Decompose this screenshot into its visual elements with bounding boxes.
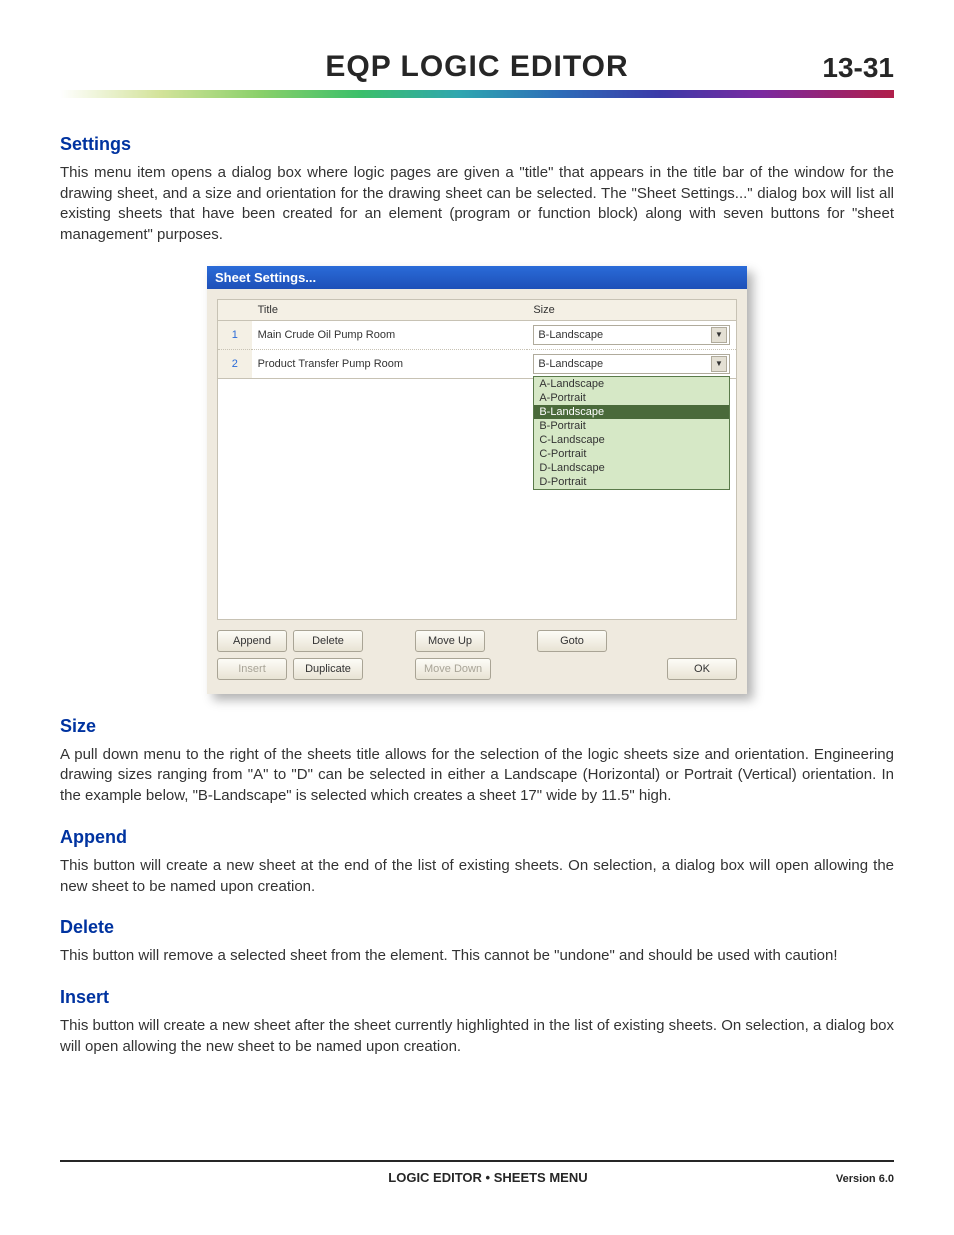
header-rule (60, 90, 894, 98)
header-title: EQP LOGIC EDITOR (60, 50, 894, 84)
row-title[interactable]: Product Transfer Pump Room (252, 349, 528, 378)
dialog-body: Title Size 1 Main Crude Oil Pump Room B-… (207, 289, 747, 694)
table-header-row: Title Size (218, 299, 737, 320)
move-up-button[interactable]: Move Up (415, 630, 485, 652)
size-option[interactable]: D-Portrait (534, 475, 729, 489)
size-select-value: B-Landscape (538, 329, 603, 341)
size-heading: Size (60, 716, 894, 737)
row-num: 2 (218, 349, 252, 378)
header-page-number: 13-31 (822, 52, 894, 84)
button-row-2: Insert Duplicate Move Down OK (217, 658, 737, 680)
goto-button[interactable]: Goto (537, 630, 607, 652)
document-page: EQP LOGIC EDITOR 13-31 Settings This men… (0, 0, 954, 1235)
settings-heading: Settings (60, 134, 894, 155)
size-option[interactable]: C-Landscape (534, 433, 729, 447)
footer-version: Version 6.0 (836, 1173, 894, 1185)
size-select-value: B-Landscape (538, 358, 603, 370)
size-dropdown-list[interactable]: A-Landscape A-Portrait B-Landscape B-Por… (533, 376, 730, 490)
page-header: EQP LOGIC EDITOR 13-31 (60, 50, 894, 84)
insert-heading: Insert (60, 987, 894, 1008)
append-heading: Append (60, 827, 894, 848)
header-size-col: Size (527, 299, 736, 320)
dialog-button-area: Append Delete Move Up Goto Insert Duplic… (217, 630, 737, 680)
sheet-settings-dialog: Sheet Settings... Title Size 1 Main Crud… (207, 266, 747, 694)
size-option[interactable]: D-Landscape (534, 461, 729, 475)
move-down-button[interactable]: Move Down (415, 658, 491, 680)
append-button[interactable]: Append (217, 630, 287, 652)
size-option[interactable]: A-Landscape (534, 377, 729, 391)
button-row-1: Append Delete Move Up Goto (217, 630, 737, 652)
size-select-row1[interactable]: B-Landscape ▼ (533, 325, 730, 345)
row-title[interactable]: Main Crude Oil Pump Room (252, 320, 528, 349)
size-text: A pull down menu to the right of the she… (60, 745, 894, 807)
row-size-cell[interactable]: B-Landscape ▼ A-Landscape A-Portrait B-L… (527, 349, 736, 378)
row-num: 1 (218, 320, 252, 349)
append-text: This button will create a new sheet at t… (60, 856, 894, 897)
delete-button[interactable]: Delete (293, 630, 363, 652)
row-size-cell[interactable]: B-Landscape ▼ (527, 320, 736, 349)
insert-button[interactable]: Insert (217, 658, 287, 680)
size-option-selected[interactable]: B-Landscape (534, 405, 729, 419)
size-option[interactable]: C-Portrait (534, 447, 729, 461)
delete-text: This button will remove a selected sheet… (60, 946, 894, 967)
footer-rule (60, 1160, 894, 1162)
header-title-col: Title (252, 299, 528, 320)
sheet-table: Title Size 1 Main Crude Oil Pump Room B-… (217, 299, 737, 379)
settings-text: This menu item opens a dialog box where … (60, 163, 894, 246)
size-option[interactable]: A-Portrait (534, 391, 729, 405)
footer-row: LOGIC EDITOR • SHEETS MENU Version 6.0 (60, 1170, 894, 1185)
table-row[interactable]: 1 Main Crude Oil Pump Room B-Landscape ▼ (218, 320, 737, 349)
dialog-titlebar: Sheet Settings... (207, 266, 747, 289)
footer-center: LOGIC EDITOR • SHEETS MENU (140, 1170, 836, 1185)
size-select-row2[interactable]: B-Landscape ▼ (533, 354, 730, 374)
size-option[interactable]: B-Portrait (534, 419, 729, 433)
delete-heading: Delete (60, 917, 894, 938)
table-row[interactable]: 2 Product Transfer Pump Room B-Landscape… (218, 349, 737, 378)
insert-text: This button will create a new sheet afte… (60, 1016, 894, 1057)
sheet-settings-dialog-wrap: Sheet Settings... Title Size 1 Main Crud… (60, 266, 894, 694)
ok-button[interactable]: OK (667, 658, 737, 680)
dropdown-arrow-icon[interactable]: ▼ (711, 356, 727, 372)
page-footer: LOGIC EDITOR • SHEETS MENU Version 6.0 (60, 1160, 894, 1185)
header-num-col (218, 299, 252, 320)
dropdown-arrow-icon[interactable]: ▼ (711, 327, 727, 343)
duplicate-button[interactable]: Duplicate (293, 658, 363, 680)
